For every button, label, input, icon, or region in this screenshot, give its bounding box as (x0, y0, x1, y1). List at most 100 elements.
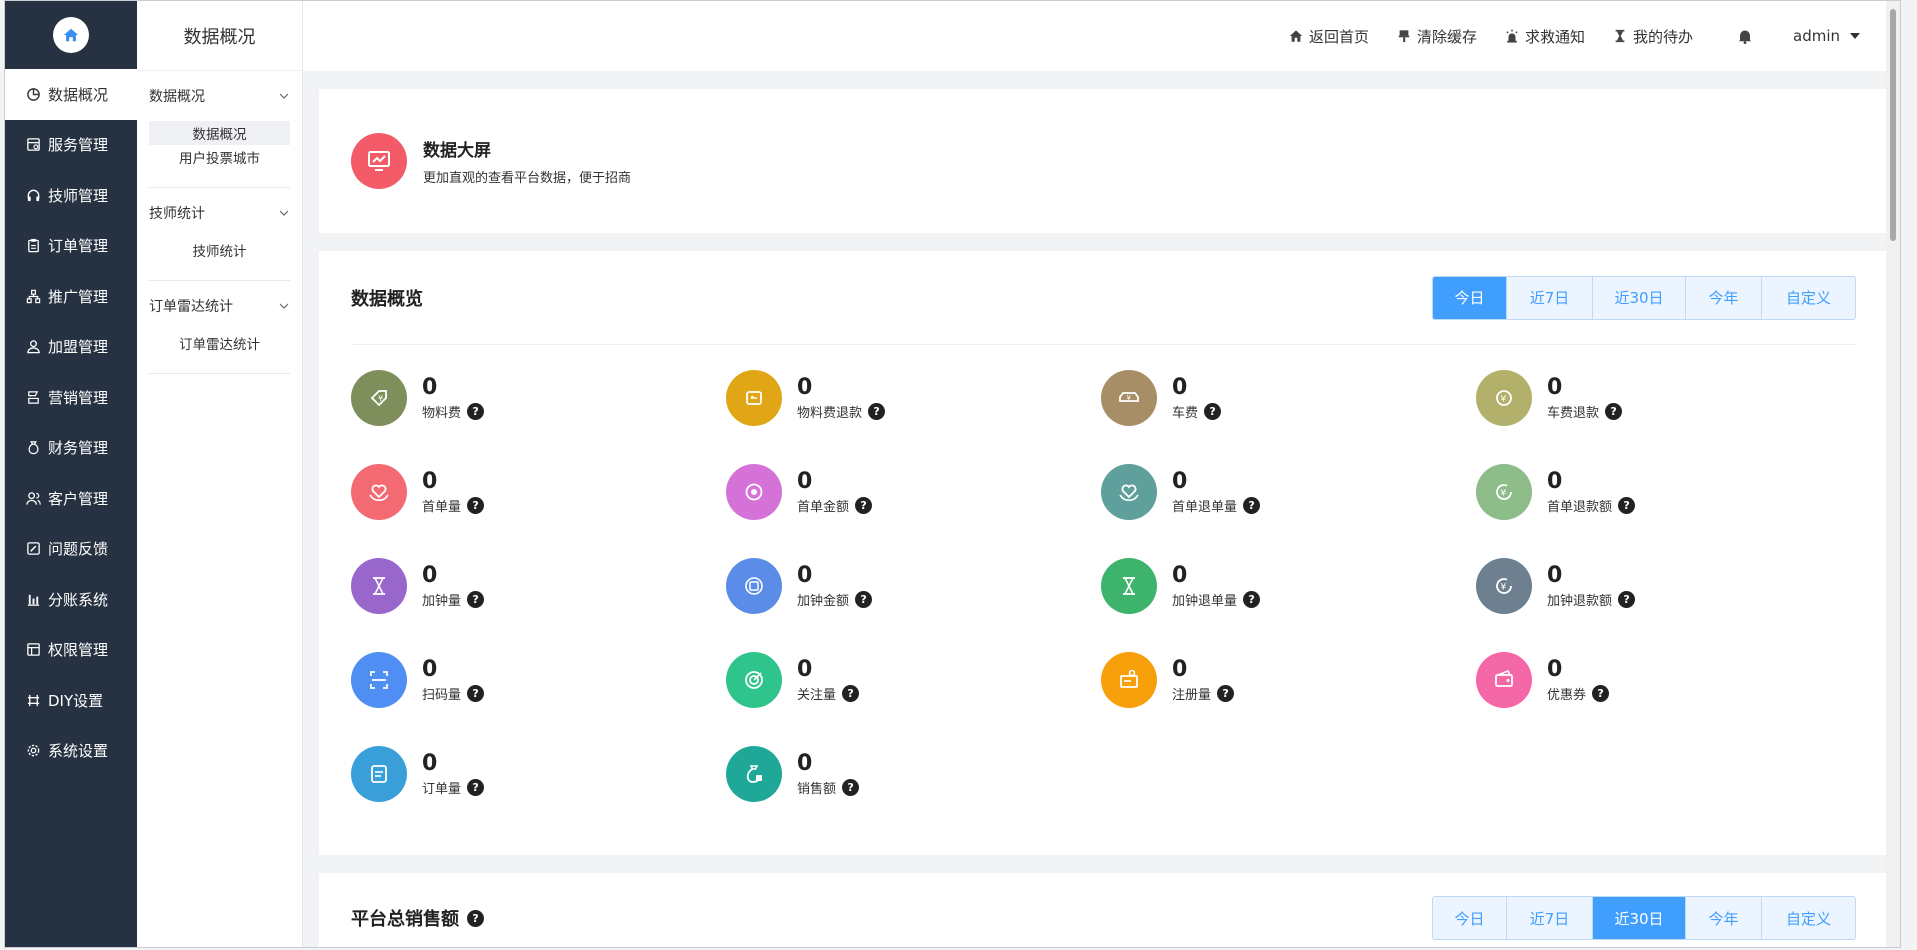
subnav-link[interactable]: 用户投票城市 (149, 145, 290, 169)
tab-period-0[interactable]: 今日 (1433, 897, 1507, 939)
stat-value: 0 (797, 562, 813, 588)
hourglass-icon (351, 558, 407, 614)
subnav-group-header[interactable]: 技师统计 (149, 188, 290, 238)
help-icon[interactable]: ? (1243, 590, 1261, 608)
yen-refresh-icon: ¥ (1476, 464, 1532, 520)
help-icon[interactable]: ? (1243, 496, 1261, 514)
tab-period-1[interactable]: 近7日 (1507, 897, 1593, 939)
help-icon[interactable]: ? (842, 684, 860, 702)
sales-period-tabs: 今日 近7日 近30日 今年 自定义 (1432, 896, 1856, 940)
sidebar-item-0[interactable]: 数据概况 (5, 69, 137, 120)
help-icon[interactable]: ? (855, 590, 873, 608)
sidebar-item-label: 系统设置 (48, 742, 109, 761)
help-icon[interactable]: ? (868, 402, 886, 420)
sidebar-item-6[interactable]: 营销管理 (5, 372, 137, 423)
sidebar-item-label: 权限管理 (48, 641, 109, 660)
subnav-group-header[interactable]: 数据概况 (149, 71, 290, 121)
help-icon[interactable]: ? (1217, 684, 1235, 702)
notification-bell[interactable] (1737, 28, 1753, 44)
subnav-link[interactable]: 技师统计 (149, 238, 290, 262)
stat-value: 0 (1547, 656, 1563, 682)
sidebar-item-8[interactable]: 客户管理 (5, 473, 137, 524)
main-content: 数据大屏 更加直观的查看平台数据，便于招商 数据概览 今日 近7日 近30日 今年 自定… (319, 89, 1888, 947)
sidebar-item-11[interactable]: 权限管理 (5, 625, 137, 676)
stat-card: ¥0 首单退款额? (1476, 445, 1851, 539)
tab-period-3[interactable]: 今年 (1686, 276, 1762, 319)
tab-period-2[interactable]: 近30日 (1593, 897, 1686, 939)
help-icon[interactable]: ? (1605, 402, 1623, 420)
help-icon[interactable]: ? (467, 496, 485, 514)
help-icon[interactable]: ? (1592, 684, 1610, 702)
customer-icon (25, 490, 41, 506)
page-scrollbar[interactable] (1886, 1, 1900, 947)
help-icon[interactable]: ? (1204, 402, 1222, 420)
stat-card: 0 首单金额? (726, 445, 1101, 539)
stat-card: 0 注册量? (1101, 633, 1476, 727)
car-yen-icon: ¥ (1101, 370, 1157, 426)
stat-label: 加钟退单量 (1172, 593, 1238, 609)
home-logo-icon[interactable] (53, 17, 89, 53)
help-icon[interactable]: ? (1618, 496, 1636, 514)
stat-value: 0 (1172, 656, 1188, 682)
stat-label: 订单量 (422, 781, 462, 797)
stat-card: 0 加钟量? (351, 539, 726, 633)
hourglass-icon (1615, 29, 1625, 43)
stat-label: 销售额 (797, 781, 837, 797)
help-icon[interactable]: ? (467, 402, 485, 420)
stat-card: 0 首单退单量? (1101, 445, 1476, 539)
subnav-link[interactable]: 数据概况 (149, 121, 290, 145)
svg-text:¥: ¥ (1501, 583, 1507, 593)
tab-period-0[interactable]: 今日 (1433, 276, 1507, 319)
help-icon[interactable]: ? (842, 778, 860, 796)
stat-value: 0 (797, 374, 813, 400)
chevron-down-icon (279, 210, 289, 216)
network-icon (25, 288, 41, 304)
sidebar-item-9[interactable]: 问题反馈 (5, 524, 137, 575)
tab-period-1[interactable]: 近7日 (1507, 276, 1593, 319)
sidebar-item-2[interactable]: 技师管理 (5, 170, 137, 221)
help-icon[interactable]: ? (467, 909, 484, 927)
clear-cache-button[interactable]: 清除缓存 (1397, 26, 1477, 47)
home-link[interactable]: 返回首页 (1289, 26, 1369, 47)
platform-sales-panel: 平台总销售额 ? 今日 近7日 近30日 今年 自定义 (319, 873, 1888, 947)
home-icon (1289, 30, 1303, 42)
tab-period-3[interactable]: 今年 (1686, 897, 1762, 939)
clear-cache-label: 清除缓存 (1416, 27, 1477, 46)
tab-period-4[interactable]: 自定义 (1762, 897, 1855, 939)
sidebar-item-label: 订单管理 (48, 237, 109, 256)
bell-icon (1738, 30, 1752, 44)
subnav-group: 技师统计 技师统计 (149, 188, 290, 281)
subnav-link[interactable]: 订单雷达统计 (149, 331, 290, 355)
help-icon[interactable]: ? (467, 590, 485, 608)
stat-label: 首单金额 (797, 499, 850, 515)
sos-notice-button[interactable]: 求救通知 (1505, 26, 1585, 47)
sidebar-item-12[interactable]: DIY设置 (5, 675, 137, 726)
user-menu[interactable]: admin (1793, 27, 1860, 45)
sidebar-item-10[interactable]: 分账系统 (5, 574, 137, 625)
sidebar-item-1[interactable]: 服务管理 (5, 120, 137, 171)
tab-period-2[interactable]: 近30日 (1593, 276, 1686, 319)
data-screen-banner[interactable]: 数据大屏 更加直观的查看平台数据，便于招商 (319, 89, 1888, 233)
top-header: 返回首页 清除缓存 求救通知 我的待办 admin (303, 1, 1900, 71)
diy-icon (25, 692, 41, 708)
help-icon[interactable]: ? (467, 778, 485, 796)
stat-card: ¥0 车费? (1101, 351, 1476, 445)
sidebar-item-13[interactable]: 系统设置 (5, 726, 137, 777)
stat-label: 物料费 (422, 405, 462, 421)
subnav-group-header[interactable]: 订单雷达统计 (149, 281, 290, 331)
tab-period-4[interactable]: 自定义 (1762, 276, 1855, 319)
sidebar-item-3[interactable]: 订单管理 (5, 221, 137, 272)
stat-label: 加钟金额 (797, 593, 850, 609)
stat-value: 0 (422, 374, 438, 400)
help-icon[interactable]: ? (855, 496, 873, 514)
box-refund-icon (726, 370, 782, 426)
help-icon[interactable]: ? (467, 684, 485, 702)
scrollbar-thumb[interactable] (1890, 9, 1896, 241)
sidebar-item-4[interactable]: 推广管理 (5, 271, 137, 322)
sidebar-item-5[interactable]: 加盟管理 (5, 322, 137, 373)
stat-label: 车费退款 (1547, 405, 1600, 421)
help-icon[interactable]: ? (1618, 590, 1636, 608)
sidebar-item-7[interactable]: 财务管理 (5, 423, 137, 474)
banner-title: 数据大屏 (423, 141, 491, 161)
todo-button[interactable]: 我的待办 (1613, 26, 1693, 47)
